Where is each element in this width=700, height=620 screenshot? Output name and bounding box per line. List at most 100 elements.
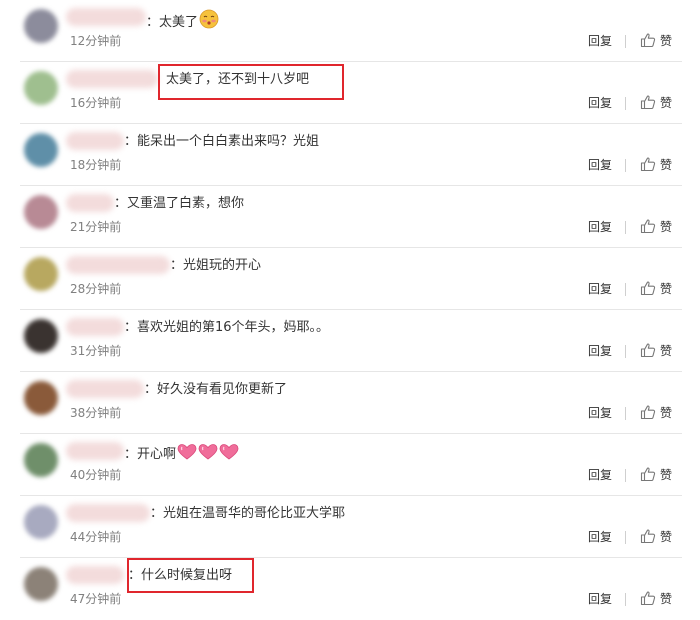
thumbs-up-icon[interactable] [640, 94, 656, 110]
action-divider [625, 283, 626, 296]
comment-item: ：好久没有看见你更新了 38分钟前 回复 赞 [0, 372, 700, 434]
like-button[interactable]: 赞 [660, 33, 672, 49]
reply-button[interactable]: 回复 [588, 591, 612, 607]
comment-text: ：能呆出一个白白素出来吗？光姐 [124, 133, 319, 151]
comment-timestamp: 38分钟前 [70, 406, 122, 420]
username-blurred[interactable] [66, 194, 114, 212]
thumbs-up-icon[interactable] [640, 590, 656, 606]
comment-item: ：光姐在温哥华的哥伦比亚大学耶 44分钟前 回复 赞 [0, 496, 700, 558]
thumbs-up-icon[interactable] [640, 466, 656, 482]
reply-button[interactable]: 回复 [588, 219, 612, 235]
heart-emoji-icon [219, 444, 239, 460]
comment-text-content: ：又重温了白素，想你 [114, 196, 245, 211]
comment-text: ：又重温了白素，想你 [114, 195, 244, 213]
like-button[interactable]: 赞 [660, 343, 672, 359]
username-blurred[interactable] [66, 70, 158, 88]
thumbs-up-icon[interactable] [640, 528, 656, 544]
like-button[interactable]: 赞 [660, 95, 672, 111]
action-divider [625, 35, 626, 48]
comment-text-content: ：光姐在温哥华的哥伦比亚大学耶 [150, 506, 346, 521]
comment-text: ：光姐在温哥华的哥伦比亚大学耶 [150, 505, 345, 523]
action-divider [625, 221, 626, 234]
username-blurred[interactable] [66, 380, 144, 398]
username-blurred[interactable] [66, 566, 124, 584]
like-button[interactable]: 赞 [660, 219, 672, 235]
action-divider [625, 469, 626, 482]
thumbs-up-icon[interactable] [640, 32, 656, 48]
reply-button[interactable]: 回复 [588, 343, 612, 359]
comment-text-content: ：能呆出一个白白素出来吗？光姐 [124, 134, 320, 149]
avatar[interactable] [24, 133, 58, 167]
reply-button[interactable]: 回复 [588, 95, 612, 111]
comment-text-content: ：光姐玩的开心 [170, 258, 262, 273]
action-divider [625, 407, 626, 420]
comment-item: ：光姐玩的开心 28分钟前 回复 赞 [0, 248, 700, 310]
reply-button[interactable]: 回复 [588, 281, 612, 297]
avatar[interactable] [24, 505, 58, 539]
thumbs-up-icon[interactable] [640, 156, 656, 172]
avatar[interactable] [24, 567, 58, 601]
comment-timestamp: 12分钟前 [70, 34, 122, 48]
comment-text: ：太美了 [146, 9, 219, 32]
avatar[interactable] [24, 319, 58, 353]
comment-item: ：喜欢光姐的第16个年头，妈耶。。 31分钟前 回复 赞 [0, 310, 700, 372]
comment-timestamp: 40分钟前 [70, 468, 122, 482]
comment-text: ：开心啊 [124, 443, 239, 464]
username-blurred[interactable] [66, 256, 170, 274]
reply-button[interactable]: 回复 [588, 405, 612, 421]
comment-item: ：又重温了白素，想你 21分钟前 回复 赞 [0, 186, 700, 248]
action-divider [625, 159, 626, 172]
comment-item: ：能呆出一个白白素出来吗？光姐 18分钟前 回复 赞 [0, 124, 700, 186]
thumbs-up-icon[interactable] [640, 342, 656, 358]
username-blurred[interactable] [66, 132, 124, 150]
reply-button[interactable]: 回复 [588, 33, 612, 49]
avatar[interactable] [24, 381, 58, 415]
like-button[interactable]: 赞 [660, 591, 672, 607]
action-divider [625, 593, 626, 606]
username-blurred[interactable] [66, 504, 150, 522]
comment-text: ：光姐玩的开心 [170, 257, 261, 275]
comment-item: 太美了，还不到十八岁吧 16分钟前 回复赞 [0, 62, 700, 124]
comment-list: ：太美了 12分钟前 回复赞太美了，还不到十八岁吧 16分钟前 回复赞：能呆出一个白白素… [0, 0, 700, 617]
comment-text-content: ：好久没有看见你更新了 [144, 382, 288, 397]
username-blurred[interactable] [66, 318, 124, 336]
avatar[interactable] [24, 71, 58, 105]
like-button[interactable]: 赞 [660, 281, 672, 297]
avatar[interactable] [24, 443, 58, 477]
avatar[interactable] [24, 9, 58, 43]
comment-timestamp: 44分钟前 [70, 530, 122, 544]
thumbs-up-icon[interactable] [640, 280, 656, 296]
comment-text: ：好久没有看见你更新了 [144, 381, 287, 399]
comment-timestamp: 31分钟前 [70, 344, 122, 358]
heart-emoji-icon [177, 444, 197, 460]
comment-item: ：什么时候复出呀 47分钟前 回复赞 [0, 558, 700, 620]
action-divider [625, 97, 626, 110]
comment-timestamp: 16分钟前 [70, 96, 122, 110]
comment-item: ：太美了 12分钟前 回复 赞 [0, 0, 700, 62]
like-button[interactable]: 赞 [660, 157, 672, 173]
action-divider [625, 531, 626, 544]
comment-timestamp: 21分钟前 [70, 220, 122, 234]
like-button[interactable]: 赞 [660, 405, 672, 421]
avatar[interactable] [24, 195, 58, 229]
reply-button[interactable]: 回复 [588, 157, 612, 173]
comment-item: ：开心啊 40分钟前 回复 赞 [0, 434, 700, 496]
thumbs-up-icon[interactable] [640, 404, 656, 420]
comment-text-content: ：太美了 [146, 15, 199, 30]
action-divider [625, 345, 626, 358]
heart-emoji-icon [198, 444, 218, 460]
reply-button[interactable]: 回复 [588, 467, 612, 483]
like-button[interactable]: 赞 [660, 467, 672, 483]
avatar[interactable] [24, 257, 58, 291]
thumbs-up-icon[interactable] [640, 218, 656, 234]
username-blurred[interactable] [66, 442, 124, 460]
like-button[interactable]: 赞 [660, 529, 672, 545]
reply-button[interactable]: 回复 [588, 529, 612, 545]
highlight-box [158, 64, 344, 100]
highlight-box [127, 558, 254, 593]
username-blurred[interactable] [66, 8, 146, 26]
blush-emoji-icon [199, 9, 219, 29]
comment-timestamp: 47分钟前 [70, 592, 122, 606]
comment-timestamp: 28分钟前 [70, 282, 122, 296]
comment-text: ：喜欢光姐的第16个年头，妈耶。。 [124, 319, 329, 337]
